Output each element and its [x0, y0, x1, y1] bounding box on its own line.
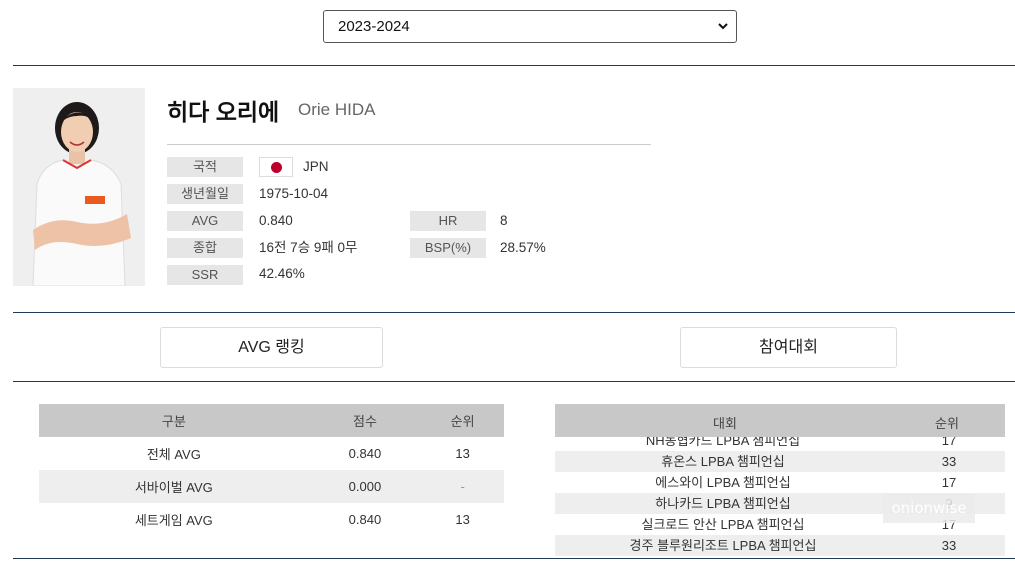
table-cell: 13 [455, 512, 470, 527]
season-select-value: 2023-2024 [338, 18, 410, 35]
column-header: 순위 [421, 404, 504, 437]
table-header-row: 구분 점수 순위 [39, 404, 504, 437]
column-header: 구분 [39, 404, 309, 437]
competition-name: 에스와이 LPBA 챔피언십 [655, 475, 791, 490]
table-cell: 서바이벌 AVG [39, 470, 309, 503]
avg-ranking-button[interactable]: AVG 랭킹 [160, 327, 383, 368]
player-name-english: Orie HIDA [298, 100, 376, 119]
divider-middle [13, 312, 1015, 313]
table-row: 서바이벌 AVG 0.000 - [39, 470, 504, 503]
table-cell: 세트게임 AVG [134, 513, 213, 528]
nationality-label: 국적 [167, 157, 243, 177]
ssr-value: 42.46% [259, 266, 305, 281]
table-cell: 전체 AVG [146, 447, 201, 462]
ssr-label: SSR [167, 265, 243, 285]
column-header: 점수 [308, 404, 422, 437]
competition-name: 휴온스 LPBA 챔피언십 [661, 454, 785, 469]
competition-name: 실크로드 안산 LPBA 챔피언십 [641, 517, 805, 532]
competition-name: 경주 블루원리조트 LPBA 챔피언십 [629, 538, 817, 553]
competition-rank: 17 [941, 437, 957, 448]
hr-label: HR [410, 211, 486, 231]
record-label: 종합 [167, 238, 243, 258]
japan-flag-icon [259, 157, 293, 177]
competition-name: NH농협카드 LPBA 챔피언십 [645, 437, 801, 448]
bsp-label: BSP(%) [410, 238, 486, 258]
competition-rank: 33 [941, 454, 957, 469]
competition-rank: 17 [941, 475, 957, 490]
competition-rank: 33 [941, 538, 957, 553]
column-header: 순위 [935, 416, 959, 431]
table-row: 세트게임 AVG 0.840 13 [39, 503, 504, 536]
column-header: 대회 [713, 416, 737, 431]
table-cell: 0.000 [308, 470, 422, 503]
record-value: 16전 7승 9패 0무 [259, 240, 358, 255]
player-photo [13, 88, 145, 286]
list-item: 경주 블루원리조트 LPBA 챔피언십 33 [555, 535, 1005, 556]
table-cell: 13 [455, 446, 470, 461]
hr-value: 8 [500, 213, 508, 228]
competition-table-header: 대회 순위 [555, 404, 1005, 437]
list-item: 에스와이 LPBA 챔피언십 17 [555, 472, 1005, 493]
player-name-korean: 히다 오리에 [167, 99, 280, 125]
table-cell: 0.840 [348, 512, 382, 527]
table-cell: - [421, 470, 504, 503]
avg-label: AVG [167, 211, 243, 231]
bsp-value: 28.57% [500, 240, 546, 255]
divider-top [13, 65, 1015, 66]
chevron-down-icon [718, 23, 728, 30]
birthdate-label: 생년월일 [167, 184, 243, 204]
divider-bottom [13, 558, 1015, 559]
name-divider [167, 144, 651, 145]
avg-ranking-table: 구분 점수 순위 전체 AVG 0.840 13 서바이벌 AVG 0.000 … [39, 404, 504, 536]
nationality-value: JPN [303, 159, 329, 174]
competitions-button[interactable]: 참여대회 [680, 327, 897, 368]
list-item: NH농협카드 LPBA 챔피언십 17 [555, 437, 1005, 451]
list-item: 휴온스 LPBA 챔피언십 33 [555, 451, 1005, 472]
table-cell: 0.840 [348, 446, 382, 461]
competition-name: 하나카드 LPBA 챔피언십 [655, 496, 791, 511]
season-select[interactable]: 2023-2024 [323, 10, 737, 43]
watermark: onionwise [883, 493, 975, 523]
divider-lower [13, 381, 1015, 382]
table-row: 전체 AVG 0.840 13 [39, 437, 504, 470]
avg-value: 0.840 [259, 213, 293, 228]
birthdate-value: 1975-10-04 [259, 186, 329, 201]
